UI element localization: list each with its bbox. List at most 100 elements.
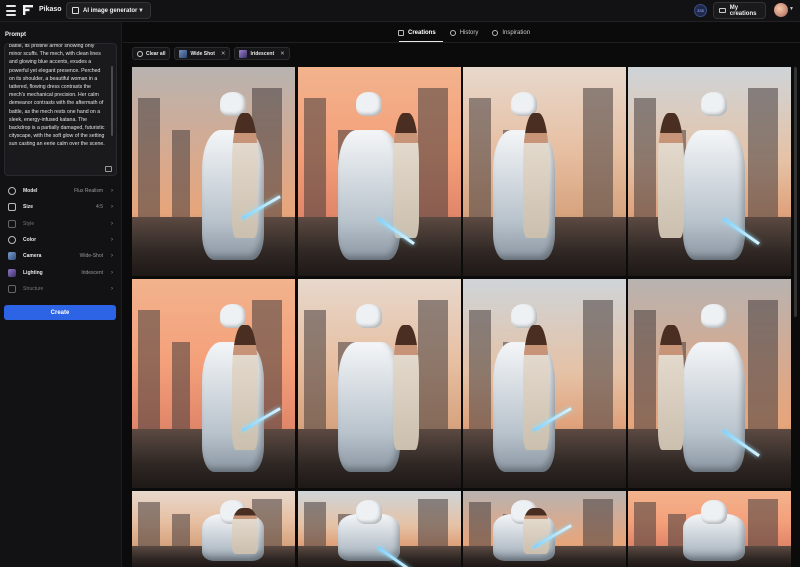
prompt-title: Prompt — [5, 32, 26, 38]
mech-body — [683, 130, 745, 260]
sidebar: Prompt battle, its pristine armor showin… — [0, 22, 122, 567]
my-creations-button[interactable]: My creations — [713, 2, 766, 19]
chip-label: Wide Shot — [190, 50, 215, 57]
woman-figure — [232, 113, 258, 238]
tab-label: History — [459, 30, 479, 36]
setting-label: Color — [23, 237, 37, 244]
setting-camera[interactable]: Camera Wide-Shot › — [4, 248, 117, 264]
generated-image[interactable] — [628, 67, 791, 276]
expand-icon[interactable] — [105, 166, 112, 172]
generated-image[interactable] — [463, 279, 626, 488]
generated-image[interactable] — [298, 491, 461, 567]
filter-bar: Clear all Wide Shot ✕ Iridescent ✕ — [132, 47, 290, 60]
mech-head — [701, 304, 727, 328]
tool-selector[interactable]: AI image generator ▼ — [66, 2, 151, 19]
chevron-right-icon: › — [111, 188, 113, 195]
divider — [123, 42, 800, 43]
scrollbar[interactable] — [794, 67, 797, 317]
main-tabs: Creations History Inspiration — [398, 28, 544, 38]
chevron-right-icon: › — [111, 220, 113, 227]
clear-all-button[interactable]: Clear all — [132, 47, 171, 60]
my-creations-label: My creations — [729, 4, 757, 17]
setting-label: Size — [23, 204, 34, 211]
size-icon — [8, 203, 16, 212]
logo-icon[interactable] — [23, 5, 33, 15]
settings-list: Model Flux Realism › Size 4:5 › Style › … — [4, 183, 117, 297]
lighting-thumbnail — [8, 268, 16, 277]
setting-model[interactable]: Model Flux Realism › — [4, 183, 117, 199]
chip-label: Iridescent — [250, 50, 275, 57]
history-icon — [449, 30, 456, 36]
style-icon — [8, 219, 16, 228]
mech-head — [701, 500, 727, 524]
prompt-scrollbar[interactable] — [111, 66, 113, 136]
mech-body — [683, 342, 745, 472]
mech-head — [701, 92, 727, 116]
close-icon[interactable]: ✕ — [280, 51, 285, 57]
setting-value: Wide-Shot — [79, 253, 103, 260]
inspiration-icon — [492, 30, 499, 36]
filter-chip-wide-shot[interactable]: Wide Shot ✕ — [174, 47, 231, 60]
mech-head — [356, 304, 382, 328]
generated-image[interactable] — [463, 67, 626, 276]
app-name: Pikaso — [39, 6, 62, 13]
grid-icon — [398, 30, 404, 36]
setting-lighting[interactable]: Lighting Iridescent › — [4, 264, 117, 280]
setting-size[interactable]: Size 4:5 › — [4, 199, 117, 215]
setting-label: Model — [23, 188, 38, 195]
tab-label: Creations — [408, 30, 436, 36]
tab-inspiration[interactable]: Inspiration — [492, 28, 530, 38]
tool-selector-label: AI image generator — [83, 7, 138, 14]
woman-figure — [658, 325, 684, 450]
image-icon — [72, 7, 79, 14]
tab-label: Inspiration — [502, 30, 531, 36]
filter-chip-iridescent[interactable]: Iridescent ✕ — [234, 47, 290, 60]
color-icon — [8, 236, 16, 245]
generated-image[interactable] — [298, 279, 461, 488]
setting-value: Iridescent — [81, 269, 103, 276]
woman-figure — [393, 113, 419, 238]
setting-label: Structure — [23, 285, 44, 292]
setting-structure[interactable]: Structure › — [4, 281, 117, 297]
generated-image[interactable] — [132, 67, 295, 276]
woman-figure — [523, 325, 549, 450]
chip-label: Clear all — [146, 50, 166, 57]
prompt-text[interactable]: battle, its pristine armor showing only … — [9, 44, 107, 149]
image-grid — [132, 67, 792, 567]
chevron-down-icon[interactable]: ▼ — [789, 6, 794, 12]
top-bar: Pikaso AI image generator ▼ 335 My creat… — [0, 0, 800, 22]
woman-figure — [232, 508, 258, 554]
setting-color[interactable]: Color › — [4, 232, 117, 248]
mech-body — [338, 130, 400, 260]
close-icon[interactable]: ✕ — [221, 51, 226, 57]
setting-label: Style — [23, 220, 35, 227]
setting-label: Camera — [23, 253, 42, 260]
chevron-right-icon: › — [111, 285, 113, 292]
setting-style[interactable]: Style › — [4, 216, 117, 232]
generated-image[interactable] — [628, 491, 791, 567]
generated-image[interactable] — [463, 491, 626, 567]
setting-value: Flux Realism — [74, 188, 103, 195]
create-button[interactable]: Create — [4, 305, 116, 320]
menu-icon[interactable] — [6, 5, 16, 16]
woman-figure — [232, 325, 258, 450]
mech-body — [338, 342, 400, 472]
avatar[interactable] — [774, 3, 788, 17]
credits-badge[interactable]: 335 — [694, 4, 707, 17]
camera-thumbnail — [8, 252, 16, 261]
tab-history[interactable]: History — [449, 28, 479, 38]
chevron-right-icon: › — [111, 237, 113, 244]
generated-image[interactable] — [132, 279, 295, 488]
generated-image[interactable] — [298, 67, 461, 276]
prompt-textarea[interactable]: battle, its pristine armor showing only … — [4, 43, 117, 176]
chevron-right-icon: › — [111, 204, 113, 211]
generated-image[interactable] — [628, 279, 791, 488]
generated-image[interactable] — [132, 491, 295, 567]
iridescent-thumbnail — [239, 49, 248, 58]
structure-icon — [8, 284, 16, 293]
setting-value: 4:5 — [96, 204, 103, 211]
tab-creations[interactable]: Creations — [398, 28, 436, 38]
setting-label: Lighting — [23, 269, 43, 276]
chevron-right-icon: › — [111, 253, 113, 260]
folder-icon — [719, 8, 726, 13]
